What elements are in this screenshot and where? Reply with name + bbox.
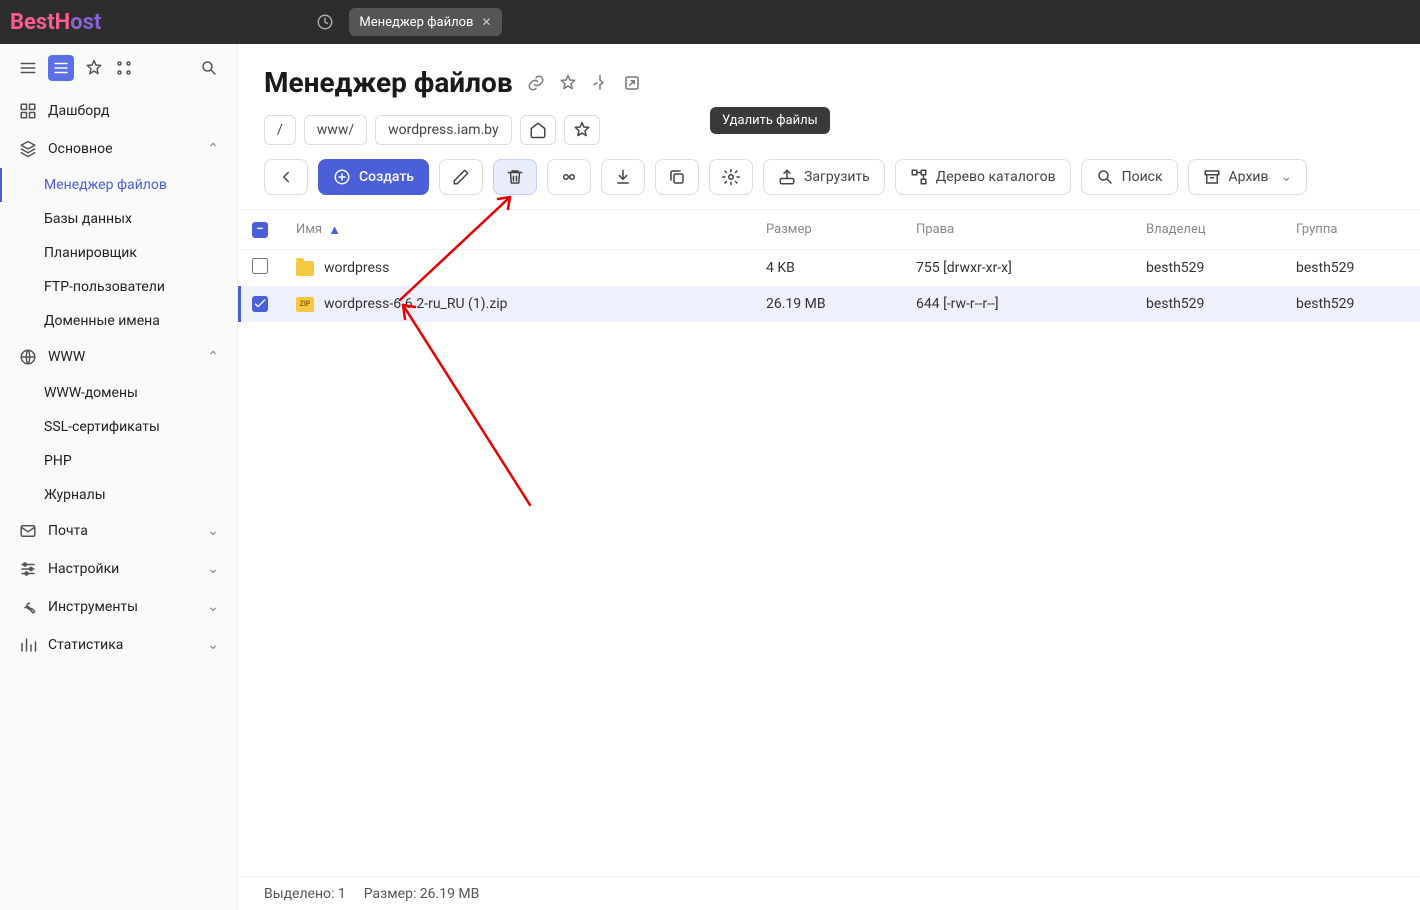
sliders-icon: [18, 559, 38, 579]
settings-button[interactable]: [709, 159, 753, 195]
star-icon[interactable]: [84, 58, 104, 78]
sidebar-group-tools[interactable]: Инструменты⌄: [0, 588, 237, 626]
sort-icon[interactable]: ▲: [328, 222, 341, 238]
sidebar-group-mail[interactable]: Почта⌄: [0, 512, 237, 550]
table-row[interactable]: wordpress 4 KB 755 [drwxr-xr-x] besth529…: [238, 250, 1420, 286]
status-size: Размер: 26.19 MB: [364, 886, 480, 902]
sidebar-item-file-manager[interactable]: Менеджер файлов: [0, 168, 237, 202]
upload-button[interactable]: Загрузить: [763, 159, 885, 195]
chart-icon: [18, 635, 38, 655]
breadcrumb-site[interactable]: wordpress.iam.by: [375, 115, 511, 145]
external-icon[interactable]: [623, 74, 641, 92]
globe-icon: [18, 347, 38, 367]
sidebar-item-ssl[interactable]: SSL-сертификаты: [0, 410, 237, 444]
mail-icon: [18, 521, 38, 541]
main-content: Менеджер файлов / www/ wordpress.iam.by …: [238, 44, 1420, 910]
folder-icon: [296, 261, 314, 276]
delete-tooltip: Удалить файлы: [710, 107, 830, 134]
chevron-up-icon: ⌃: [207, 349, 219, 365]
breadcrumb-star[interactable]: [564, 115, 600, 145]
breadcrumb-www[interactable]: www/: [304, 115, 367, 145]
sidebar-group-main[interactable]: Основное⌃: [0, 130, 237, 168]
activity-icon[interactable]: [311, 8, 339, 36]
logo: BestHost: [10, 10, 101, 35]
tree-button[interactable]: Дерево каталогов: [895, 159, 1071, 195]
toolbar: Создать Загрузить Дерево каталогов Поиск…: [238, 159, 1420, 209]
sidebar-item-logs[interactable]: Журналы: [0, 478, 237, 512]
sidebar-item-scheduler[interactable]: Планировщик: [0, 236, 237, 270]
select-all-checkbox[interactable]: −: [252, 222, 268, 238]
topbar: BestHost Менеджер файлов ✕: [0, 0, 1420, 44]
tab-label: Менеджер файлов: [359, 15, 473, 30]
chevron-up-icon: ⌃: [207, 141, 219, 157]
row-checkbox[interactable]: [252, 258, 268, 274]
archive-button[interactable]: Архив⌄: [1188, 159, 1308, 195]
create-button[interactable]: Создать: [318, 159, 429, 195]
page-title: Менеджер файлов: [264, 66, 513, 99]
back-button[interactable]: [264, 159, 308, 195]
status-bar: Выделено: 1 Размер: 26.19 MB: [238, 876, 1420, 910]
link-icon[interactable]: [527, 74, 545, 92]
star-icon[interactable]: [559, 74, 577, 92]
edit-button[interactable]: [439, 159, 483, 195]
zip-icon: ZIP: [296, 297, 314, 312]
sidebar-item-databases[interactable]: Базы данных: [0, 202, 237, 236]
sidebar-group-settings[interactable]: Настройки⌄: [0, 550, 237, 588]
breadcrumb: / www/ wordpress.iam.by Удалить файлы: [238, 109, 1420, 159]
sidebar-item-php[interactable]: PHP: [0, 444, 237, 478]
sidebar: Дашборд Основное⌃ Менеджер файлов Базы д…: [0, 44, 238, 910]
copy-button[interactable]: [655, 159, 699, 195]
wrench-icon: [18, 597, 38, 617]
sidebar-item-domains[interactable]: Доменные имена: [0, 304, 237, 338]
sidebar-group-stats[interactable]: Статистика⌄: [0, 626, 237, 664]
layers-icon: [18, 139, 38, 159]
chevron-down-icon: ⌄: [207, 637, 219, 653]
close-icon[interactable]: ✕: [481, 15, 491, 29]
dashboard-icon: [18, 101, 38, 121]
pin-icon[interactable]: [591, 74, 609, 92]
status-selected: Выделено: 1: [264, 886, 346, 902]
list-icon[interactable]: [48, 55, 74, 81]
search-icon[interactable]: [199, 58, 219, 78]
view-button[interactable]: [547, 159, 591, 195]
chevron-down-icon: ⌄: [207, 599, 219, 615]
sidebar-item-www-domains[interactable]: WWW-домены: [0, 376, 237, 410]
chevron-down-icon: ⌄: [207, 561, 219, 577]
apps-icon[interactable]: [114, 58, 134, 78]
breadcrumb-root[interactable]: /: [264, 115, 296, 145]
breadcrumb-home[interactable]: [520, 115, 556, 145]
chevron-down-icon: ⌄: [207, 523, 219, 539]
sidebar-group-www[interactable]: WWW⌃: [0, 338, 237, 376]
menu-icon[interactable]: [18, 58, 38, 78]
table-header: − Имя▲ Размер Права Владелец Группа: [238, 210, 1420, 250]
row-checkbox[interactable]: [252, 296, 268, 312]
tab-file-manager[interactable]: Менеджер файлов ✕: [349, 8, 501, 36]
table-row[interactable]: ZIPwordpress-6.6.2-ru_RU (1).zip 26.19 M…: [238, 286, 1420, 322]
sidebar-item-ftp-users[interactable]: FTP-пользователи: [0, 270, 237, 304]
sidebar-item-dashboard[interactable]: Дашборд: [0, 92, 237, 130]
download-button[interactable]: [601, 159, 645, 195]
chevron-down-icon: ⌄: [1280, 169, 1292, 185]
search-button[interactable]: Поиск: [1081, 159, 1178, 195]
delete-button[interactable]: [493, 159, 537, 195]
